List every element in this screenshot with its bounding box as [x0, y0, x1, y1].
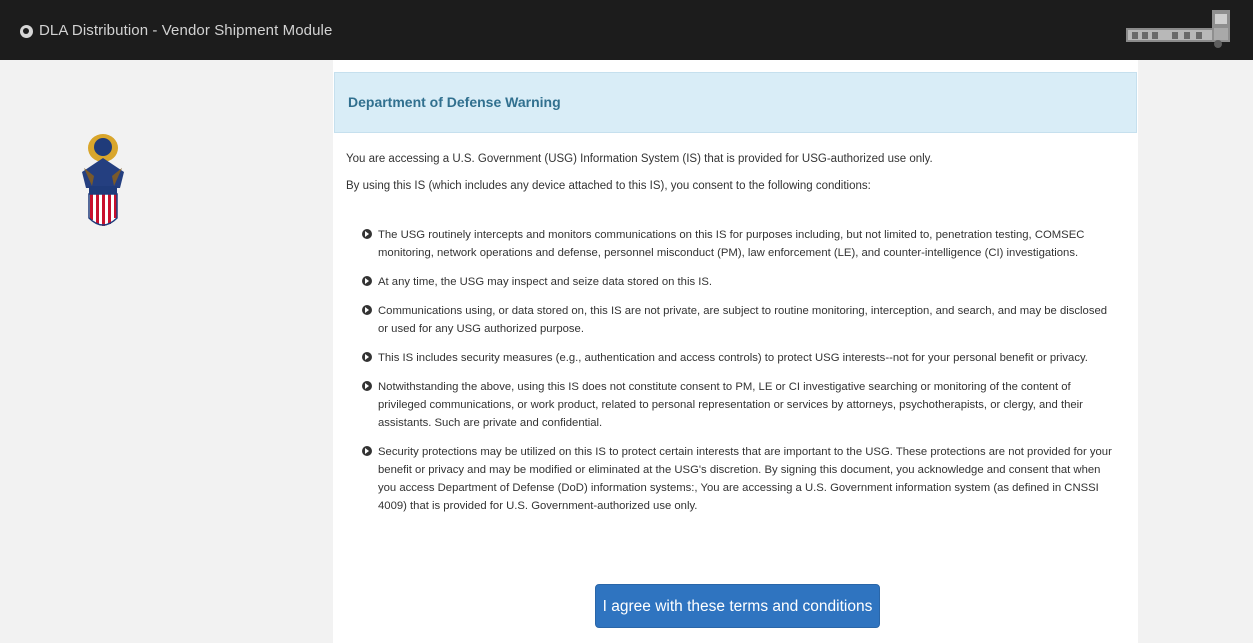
- app-header: DLA Distribution - Vendor Shipment Modul…: [0, 0, 1253, 60]
- circle-chevron-right-icon: [362, 276, 372, 286]
- circle-chevron-right-icon: [362, 229, 372, 239]
- agree-button[interactable]: I agree with these terms and conditions: [595, 584, 880, 628]
- truck-logo: [1126, 10, 1230, 48]
- circle-chevron-right-icon: [362, 352, 372, 362]
- right-gutter: [1138, 60, 1253, 643]
- warning-heading: Department of Defense Warning: [348, 94, 561, 110]
- condition-item: Notwithstanding the above, using this IS…: [362, 378, 1114, 432]
- intro-text-1: You are accessing a U.S. Government (USG…: [346, 153, 933, 165]
- conditions-list: The USG routinely intercepts and monitor…: [362, 226, 1114, 526]
- app-title: DLA Distribution - Vendor Shipment Modul…: [39, 22, 333, 39]
- left-sidebar: [0, 60, 333, 643]
- condition-item: Communications using, or data stored on,…: [362, 302, 1114, 338]
- globe-icon: [20, 25, 33, 38]
- circle-chevron-right-icon: [362, 305, 372, 315]
- intro-text-2: By using this IS (which includes any dev…: [346, 180, 871, 192]
- condition-item: Security protections may be utilized on …: [362, 443, 1114, 515]
- warning-heading-bar: Department of Defense Warning: [334, 72, 1137, 133]
- warning-panel: Department of Defense Warning You are ac…: [333, 60, 1138, 643]
- dla-eagle-seal: [82, 134, 124, 226]
- condition-item: At any time, the USG may inspect and sei…: [362, 273, 1114, 291]
- circle-chevron-right-icon: [362, 381, 372, 391]
- condition-item: This IS includes security measures (e.g.…: [362, 349, 1114, 367]
- circle-chevron-right-icon: [362, 446, 372, 456]
- condition-item: The USG routinely intercepts and monitor…: [362, 226, 1114, 262]
